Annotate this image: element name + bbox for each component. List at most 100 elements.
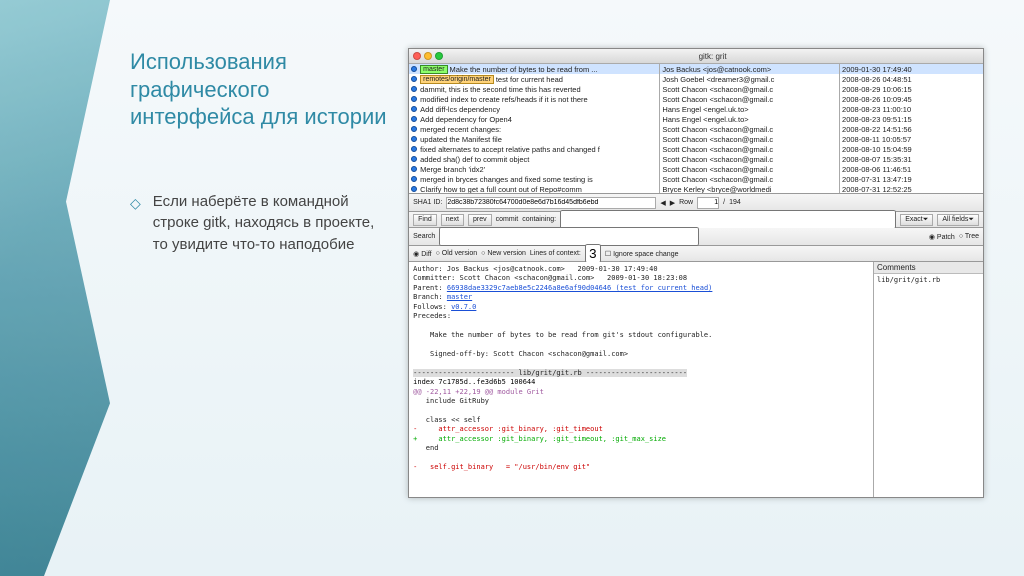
oldversion-radio[interactable]: ○ Old version: [436, 250, 478, 257]
commit-msg: dammit, this is the second time this has…: [420, 85, 581, 94]
date-row[interactable]: 2008-08-10 15:04:59: [840, 144, 983, 154]
find-commit-label: commit: [496, 216, 519, 223]
gitk-screenshot: gitk: grit masterMake the number of byte…: [408, 48, 984, 498]
diff-options-bar: ◉ Diff ○ Old version ○ New version Lines…: [409, 246, 983, 262]
search-input[interactable]: [439, 227, 699, 246]
author-row[interactable]: Jos Backus <jos@catnook.com>: [660, 64, 839, 74]
commit-dot-icon: [411, 96, 417, 102]
date-row[interactable]: 2008-08-22 14:51:56: [840, 124, 983, 134]
author-row[interactable]: Scott Chacon <schacon@gmail.c: [660, 164, 839, 174]
commit-dot-icon: [411, 86, 417, 92]
author-row[interactable]: Scott Chacon <schacon@gmail.c: [660, 84, 839, 94]
find-button[interactable]: Find: [413, 214, 437, 226]
commit-row[interactable]: masterMake the number of bytes to be rea…: [409, 64, 659, 74]
author-row[interactable]: Scott Chacon <schacon@gmail.c: [660, 144, 839, 154]
newversion-radio[interactable]: ○ New version: [481, 250, 526, 257]
close-icon[interactable]: [413, 52, 421, 60]
search-bar: Search ◉ Patch ○ Tree: [409, 228, 983, 246]
next-button[interactable]: next: [441, 214, 464, 226]
lines-context-label: Lines of context:: [530, 250, 581, 257]
window-title: gitk: grit: [446, 52, 979, 61]
row-current-input[interactable]: [697, 197, 719, 209]
commit-row[interactable]: merged recent changes:: [409, 124, 659, 134]
date-row[interactable]: 2008-08-29 10:06:15: [840, 84, 983, 94]
minimize-icon[interactable]: [424, 52, 432, 60]
commit-detail-pane[interactable]: Author: Jos Backus <jos@catnook.com> 200…: [409, 262, 873, 497]
sha-label: SHA1 ID:: [413, 199, 442, 206]
row-sep: /: [723, 199, 725, 206]
row-total: 194: [729, 199, 741, 206]
commit-row[interactable]: Add dependency for Open4: [409, 114, 659, 124]
branch-tag: master: [420, 65, 447, 74]
author-row[interactable]: Scott Chacon <schacon@gmail.c: [660, 134, 839, 144]
nav-left-icon[interactable]: ◀: [660, 199, 665, 207]
sha-input[interactable]: [446, 197, 656, 209]
nav-right-icon[interactable]: ▶: [670, 199, 675, 207]
date-row[interactable]: 2009-01-30 17:49:40: [840, 64, 983, 74]
author-row[interactable]: Josh Goebel <dreamer3@gmail.c: [660, 74, 839, 84]
author-list[interactable]: Jos Backus <jos@catnook.com>Josh Goebel …: [660, 64, 840, 193]
commit-row[interactable]: Clarify how to get a full count out of R…: [409, 184, 659, 193]
slide-bullet: ◇ Если наберёте в командной строке gitk,…: [130, 191, 388, 256]
commit-msg: fixed alternates to accept relative path…: [420, 145, 600, 154]
commit-row[interactable]: added sha() def to commit object: [409, 154, 659, 164]
tree-radio[interactable]: ○ Tree: [959, 233, 979, 240]
commit-dot-icon: [411, 176, 417, 182]
commit-msg: merged recent changes:: [420, 125, 501, 134]
lines-context-input[interactable]: [585, 244, 601, 263]
zoom-icon[interactable]: [435, 52, 443, 60]
date-row[interactable]: 2008-08-11 10:05:57: [840, 134, 983, 144]
file-path[interactable]: lib/grit/git.rb: [874, 274, 983, 286]
date-row[interactable]: 2008-07-31 12:52:25: [840, 184, 983, 193]
commit-row[interactable]: modified index to create refs/heads if i…: [409, 94, 659, 104]
commit-dot-icon: [411, 136, 417, 142]
author-row[interactable]: Scott Chacon <schacon@gmail.c: [660, 94, 839, 104]
date-row[interactable]: 2008-08-26 10:09:45: [840, 94, 983, 104]
date-row[interactable]: 2008-08-26 04:48:51: [840, 74, 983, 84]
commit-msg: modified index to create refs/heads if i…: [420, 95, 588, 104]
date-row[interactable]: 2008-08-23 09:51:15: [840, 114, 983, 124]
author-row[interactable]: Hans Engel <engel.uk.to>: [660, 114, 839, 124]
commit-row[interactable]: remotes/origin/mastertest for current he…: [409, 74, 659, 84]
commit-dot-icon: [411, 116, 417, 122]
commit-msg: Clarify how to get a full count out of R…: [420, 185, 582, 194]
commit-row[interactable]: Add diff-lcs dependency: [409, 104, 659, 114]
commit-row[interactable]: merged in bryces changes and fixed some …: [409, 174, 659, 184]
commit-row[interactable]: Merge branch 'idx2': [409, 164, 659, 174]
author-row[interactable]: Scott Chacon <schacon@gmail.c: [660, 174, 839, 184]
file-list-pane[interactable]: Comments lib/grit/git.rb: [873, 262, 983, 497]
commit-row[interactable]: updated the Manifest file: [409, 134, 659, 144]
author-row[interactable]: Hans Engel <engel.uk.to>: [660, 104, 839, 114]
commit-msg: test for current head: [496, 75, 563, 84]
date-list[interactable]: 2009-01-30 17:49:402008-08-26 04:48:5120…: [840, 64, 983, 193]
commit-dot-icon: [411, 76, 417, 82]
commit-msg: Merge branch 'idx2': [420, 165, 485, 174]
date-row[interactable]: 2008-08-23 11:00:10: [840, 104, 983, 114]
search-label: Search: [413, 233, 435, 240]
exact-dropdown[interactable]: Exact ⏷: [900, 214, 933, 226]
comments-header: Comments: [874, 262, 983, 274]
author-row[interactable]: Scott Chacon <schacon@gmail.c: [660, 154, 839, 164]
bullet-text: Если наберёте в командной строке gitk, н…: [153, 191, 388, 256]
prev-button[interactable]: prev: [468, 214, 492, 226]
commit-dot-icon: [411, 166, 417, 172]
author-row[interactable]: Bryce Kerley <bryce@worldmedi: [660, 184, 839, 193]
date-row[interactable]: 2008-08-07 15:35:31: [840, 154, 983, 164]
row-label: Row: [679, 199, 693, 206]
allfields-dropdown[interactable]: All fields ⏷: [937, 214, 979, 226]
diamond-icon: ◇: [130, 193, 141, 256]
remote-tag: remotes/origin/master: [420, 75, 494, 84]
author-row[interactable]: Scott Chacon <schacon@gmail.c: [660, 124, 839, 134]
date-row[interactable]: 2008-08-06 11:46:51: [840, 164, 983, 174]
diff-radio[interactable]: ◉ Diff: [413, 250, 431, 258]
commit-row[interactable]: fixed alternates to accept relative path…: [409, 144, 659, 154]
commit-row[interactable]: dammit, this is the second time this has…: [409, 84, 659, 94]
commit-dot-icon: [411, 156, 417, 162]
date-row[interactable]: 2008-07-31 13:47:19: [840, 174, 983, 184]
commit-msg: Make the number of bytes to be read from…: [450, 65, 598, 74]
ignorespace-checkbox[interactable]: ☐ Ignore space change: [605, 250, 679, 258]
commit-msg: updated the Manifest file: [420, 135, 502, 144]
commit-list[interactable]: masterMake the number of bytes to be rea…: [409, 64, 660, 193]
commit-dot-icon: [411, 186, 417, 192]
patch-radio[interactable]: ◉ Patch: [929, 233, 955, 241]
